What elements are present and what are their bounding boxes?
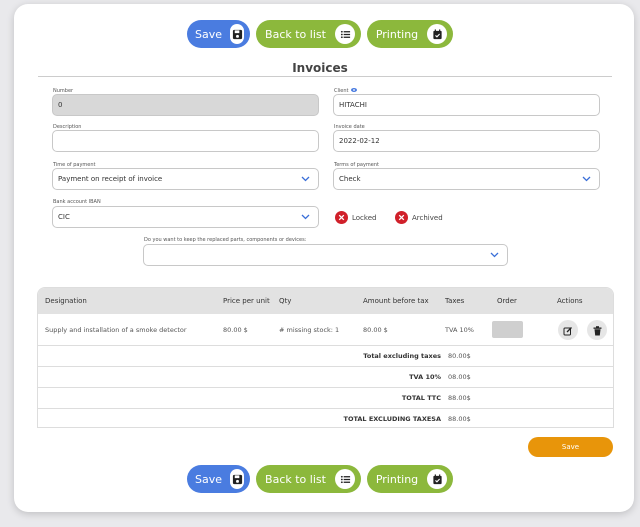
total-ttc-value: 88.00$	[448, 394, 471, 402]
number-value: 0	[58, 101, 63, 109]
back-to-list-button-bottom[interactable]: Back to list	[256, 465, 361, 493]
tva-label: TVA 10%	[409, 373, 441, 381]
save-lines-button[interactable]: Save	[528, 437, 613, 457]
replaced-parts-select[interactable]	[143, 244, 508, 266]
bank-account-select[interactable]: CIC	[52, 206, 319, 228]
bank-account-value: CIC	[58, 213, 70, 221]
row-designation: Supply and installation of a smoke detec…	[45, 326, 187, 334]
print-button-label: Printing	[375, 472, 419, 486]
order-handle[interactable]	[492, 321, 523, 338]
list-icon	[335, 24, 355, 44]
edit-icon	[563, 321, 573, 340]
page-title: Invoices	[292, 61, 348, 75]
invoice-date-value: 2022-02-12	[339, 137, 380, 145]
col-actions: Actions	[557, 297, 583, 305]
invoice-lines-table: Designation Price per unit Qty Amount be…	[37, 287, 614, 428]
terms-of-payment-value: Check	[339, 175, 361, 183]
close-icon	[335, 211, 348, 224]
time-of-payment-value: Payment on receipt of invoice	[58, 175, 163, 183]
total-excl-taxes-value: 80.00$	[448, 352, 471, 360]
print-button-label: Printing	[375, 27, 419, 41]
number-field[interactable]: 0	[52, 94, 319, 116]
client-field[interactable]: HITACHI	[333, 94, 600, 116]
locked-label: Locked	[352, 213, 377, 222]
floppy-disk-icon	[230, 469, 244, 489]
close-icon	[395, 211, 408, 224]
total-excl-taxes-label: Total excluding taxes	[363, 352, 441, 360]
row-qty: # missing stock: 1	[279, 326, 340, 334]
total-excluding-taxesa-value: 88.00$	[448, 415, 471, 423]
printing-button-bottom[interactable]: Printing	[367, 465, 453, 493]
top-toolbar: Save Back to list Printing	[0, 20, 640, 48]
tva-value: 08.00$	[448, 373, 471, 381]
save-button-top[interactable]: Save	[187, 20, 250, 48]
client-value: HITACHI	[339, 101, 367, 109]
row-divider	[38, 387, 613, 388]
replaced-parts-label: Do you want to keep the replaced parts, …	[144, 237, 307, 243]
back-button-label: Back to list	[265, 27, 326, 41]
floppy-disk-icon	[230, 24, 244, 44]
table-header: Designation Price per unit Qty Amount be…	[38, 288, 613, 314]
back-to-list-button-top[interactable]: Back to list	[256, 20, 361, 48]
calendar-check-icon	[427, 469, 447, 489]
back-button-label: Back to list	[265, 472, 326, 486]
calendar-check-icon	[427, 24, 447, 44]
save-button-bottom[interactable]: Save	[187, 465, 250, 493]
col-taxes: Taxes	[445, 297, 465, 305]
delete-button[interactable]	[587, 320, 607, 340]
locked-toggle[interactable]: Locked	[335, 211, 376, 224]
title-divider	[38, 76, 612, 77]
save-button-label: Save	[195, 27, 223, 41]
row-divider	[38, 345, 613, 346]
row-price: 80.00 $	[223, 326, 248, 334]
col-price: Price per unit	[223, 297, 270, 305]
chevron-down-icon	[301, 214, 310, 222]
col-qty: Qty	[279, 297, 292, 305]
invoice-date-field[interactable]: 2022-02-12	[333, 130, 600, 152]
description-field[interactable]	[52, 130, 319, 152]
terms-of-payment-select[interactable]: Check	[333, 168, 600, 190]
total-excluding-taxesa-label: TOTAL EXCLUDING TAXESA	[343, 415, 441, 423]
row-divider	[38, 366, 613, 367]
total-ttc-label: TOTAL TTC	[401, 394, 441, 402]
trash-icon	[593, 321, 602, 340]
chevron-down-icon	[301, 176, 310, 184]
bottom-toolbar: Save Back to list Printing	[0, 465, 640, 493]
save-button-label: Save	[195, 472, 223, 486]
archived-label: Archived	[412, 213, 443, 222]
col-order: Order	[497, 297, 517, 305]
row-amount: 80.00 $	[363, 326, 388, 334]
archived-toggle[interactable]: Archived	[395, 211, 443, 224]
chevron-down-icon	[490, 252, 499, 260]
col-amount: Amount before tax	[363, 297, 429, 305]
col-designation: Designation	[45, 297, 87, 305]
time-of-payment-select[interactable]: Payment on receipt of invoice	[52, 168, 319, 190]
bank-account-label: Bank account IBAN	[53, 199, 101, 205]
row-taxes: TVA 10%	[445, 326, 474, 334]
list-icon	[335, 469, 355, 489]
printing-button-top[interactable]: Printing	[367, 20, 453, 48]
edit-button[interactable]	[558, 320, 578, 340]
chevron-down-icon	[582, 176, 591, 184]
row-divider	[38, 408, 613, 409]
